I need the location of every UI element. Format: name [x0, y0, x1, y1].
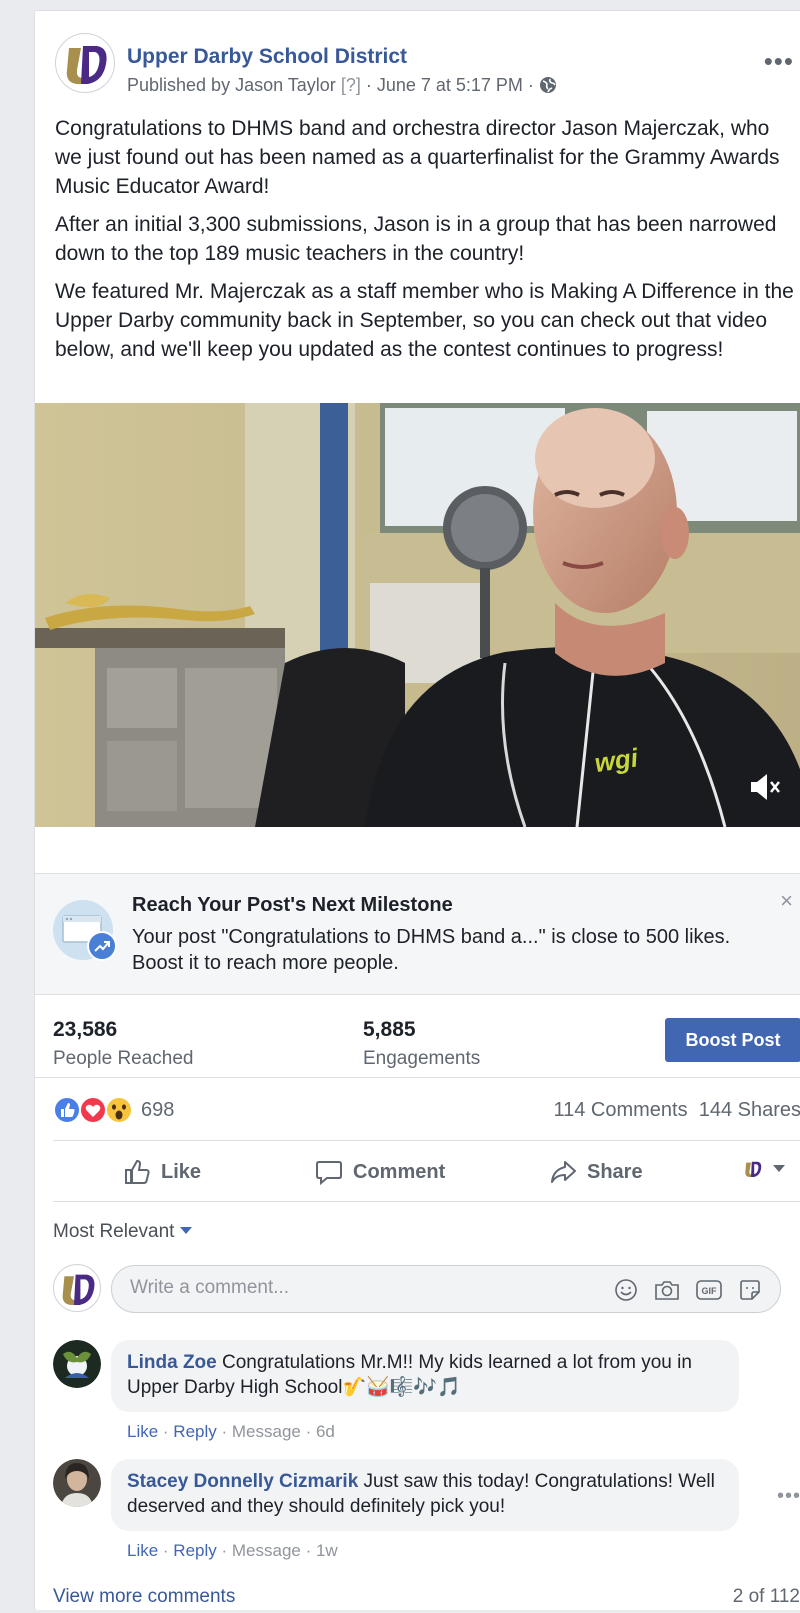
video-frame: wgi — [35, 403, 800, 827]
comment-actions: Like · Reply · Message · 1w — [127, 1541, 338, 1560]
comment-meta: · Message · 6d — [221, 1422, 335, 1441]
thumbs-up-icon — [125, 1159, 150, 1184]
comment-reply-link[interactable]: Reply — [173, 1422, 216, 1441]
insights-bar: 23,586 People Reached 5,885 Engagements … — [35, 996, 800, 1078]
reaction-icons[interactable] — [53, 1096, 139, 1124]
globe-icon[interactable] — [539, 76, 557, 99]
post-byline: Published by Jason Taylor [?] · June 7 a… — [127, 75, 557, 99]
view-more-comments-link[interactable]: View more comments — [53, 1586, 235, 1608]
sort-label: Most Relevant — [53, 1221, 175, 1242]
comment-like-link[interactable]: Like — [127, 1422, 158, 1441]
comment-actions: Like · Reply · Message · 6d — [127, 1422, 335, 1441]
close-icon[interactable]: × — [780, 888, 793, 914]
publisher-help[interactable]: [?] — [341, 75, 361, 95]
gif-icon[interactable]: GIF — [696, 1278, 722, 1302]
mute-icon[interactable] — [749, 770, 783, 809]
milestone-panel: Reach Your Post's Next Milestone Your po… — [35, 873, 800, 995]
share-label: Share — [587, 1160, 643, 1183]
milestone-icon — [51, 898, 121, 971]
share-button[interactable]: Share — [549, 1156, 643, 1188]
camera-icon[interactable] — [654, 1278, 680, 1302]
post-as-selector[interactable] — [741, 1157, 785, 1181]
post-paragraph: Congratulations to DHMS band and orchest… — [55, 117, 780, 198]
comments-shares: 114 Comments 144 Shares — [553, 1099, 800, 1122]
page-name-link[interactable]: Upper Darby School District — [127, 45, 407, 69]
people-reached-value[interactable]: 23,586 — [53, 1018, 117, 1042]
action-bar: Like Comment Share — [53, 1142, 800, 1202]
comment-author-link[interactable]: Stacey Donnelly Cizmarik — [127, 1471, 358, 1492]
comment-button[interactable]: Comment — [315, 1156, 445, 1188]
milestone-title: Reach Your Post's Next Milestone — [132, 894, 453, 916]
comments-count-link[interactable]: 114 Comments — [553, 1099, 687, 1121]
post-timestamp[interactable]: · June 7 at 5:17 PM · — [366, 75, 534, 95]
post-paragraph: After an initial 3,300 submissions, Jaso… — [55, 213, 777, 265]
comment-input[interactable] — [130, 1277, 570, 1299]
page-logo[interactable] — [55, 33, 115, 93]
engagements-value[interactable]: 5,885 — [363, 1018, 416, 1042]
comment-sort-dropdown[interactable]: Most Relevant — [53, 1221, 193, 1243]
reaction-count[interactable]: 698 — [141, 1099, 174, 1122]
comment-bubble: Stacey Donnelly Cizmarik Just saw this t… — [111, 1459, 739, 1531]
shares-count-link[interactable]: 144 Shares — [699, 1099, 800, 1121]
comment-pager: 2 of 112 — [732, 1586, 800, 1607]
comment-meta: · Message · 1w — [221, 1541, 338, 1560]
comment-options-icon[interactable]: ••• — [777, 1485, 800, 1508]
page-logo-small — [745, 1161, 762, 1178]
reactions-bar: 698 114 Comments 144 Shares — [53, 1079, 800, 1141]
boost-post-button[interactable]: Boost Post — [665, 1018, 800, 1062]
post-card: Upper Darby School District Published by… — [34, 10, 800, 1610]
video-player[interactable]: wgi — [35, 403, 800, 827]
post-body: Congratulations to DHMS band and orchest… — [55, 114, 795, 373]
comment-composer: GIF — [111, 1265, 781, 1313]
post-options-icon[interactable]: ••• — [764, 48, 794, 74]
milestone-body: Your post "Congratulations to DHMS band … — [132, 926, 731, 974]
composer-tools: GIF — [614, 1278, 762, 1302]
chevron-down-icon — [773, 1165, 785, 1172]
share-arrow-icon — [551, 1161, 576, 1183]
like-label: Like — [161, 1160, 202, 1183]
comment-reply-link[interactable]: Reply — [173, 1541, 216, 1560]
comment-bubble: Linda Zoe Congratulations Mr.M!! My kids… — [111, 1340, 739, 1412]
engagements-label: Engagements — [363, 1048, 481, 1069]
comment-label: Comment — [353, 1160, 446, 1183]
svg-text:GIF: GIF — [702, 1286, 718, 1296]
people-reached-label: People Reached — [53, 1048, 194, 1069]
avatar[interactable] — [53, 1340, 101, 1388]
comment-like-link[interactable]: Like — [127, 1541, 158, 1560]
post-header: Upper Darby School District Published by… — [55, 33, 800, 103]
post-paragraph: We featured Mr. Majerczak as a staff mem… — [55, 280, 794, 361]
shirt-logo-text: wgi — [593, 742, 641, 778]
emoji-icon[interactable] — [614, 1278, 638, 1302]
like-button[interactable]: Like — [123, 1156, 201, 1188]
comment-bubble-icon — [316, 1161, 342, 1186]
avatar — [53, 1264, 101, 1312]
comment-author-link[interactable]: Linda Zoe — [127, 1352, 217, 1373]
avatar[interactable] — [53, 1459, 101, 1507]
publisher-text[interactable]: Published by Jason Taylor — [127, 75, 336, 95]
caret-down-icon — [180, 1227, 193, 1234]
sticker-icon[interactable] — [738, 1278, 762, 1302]
